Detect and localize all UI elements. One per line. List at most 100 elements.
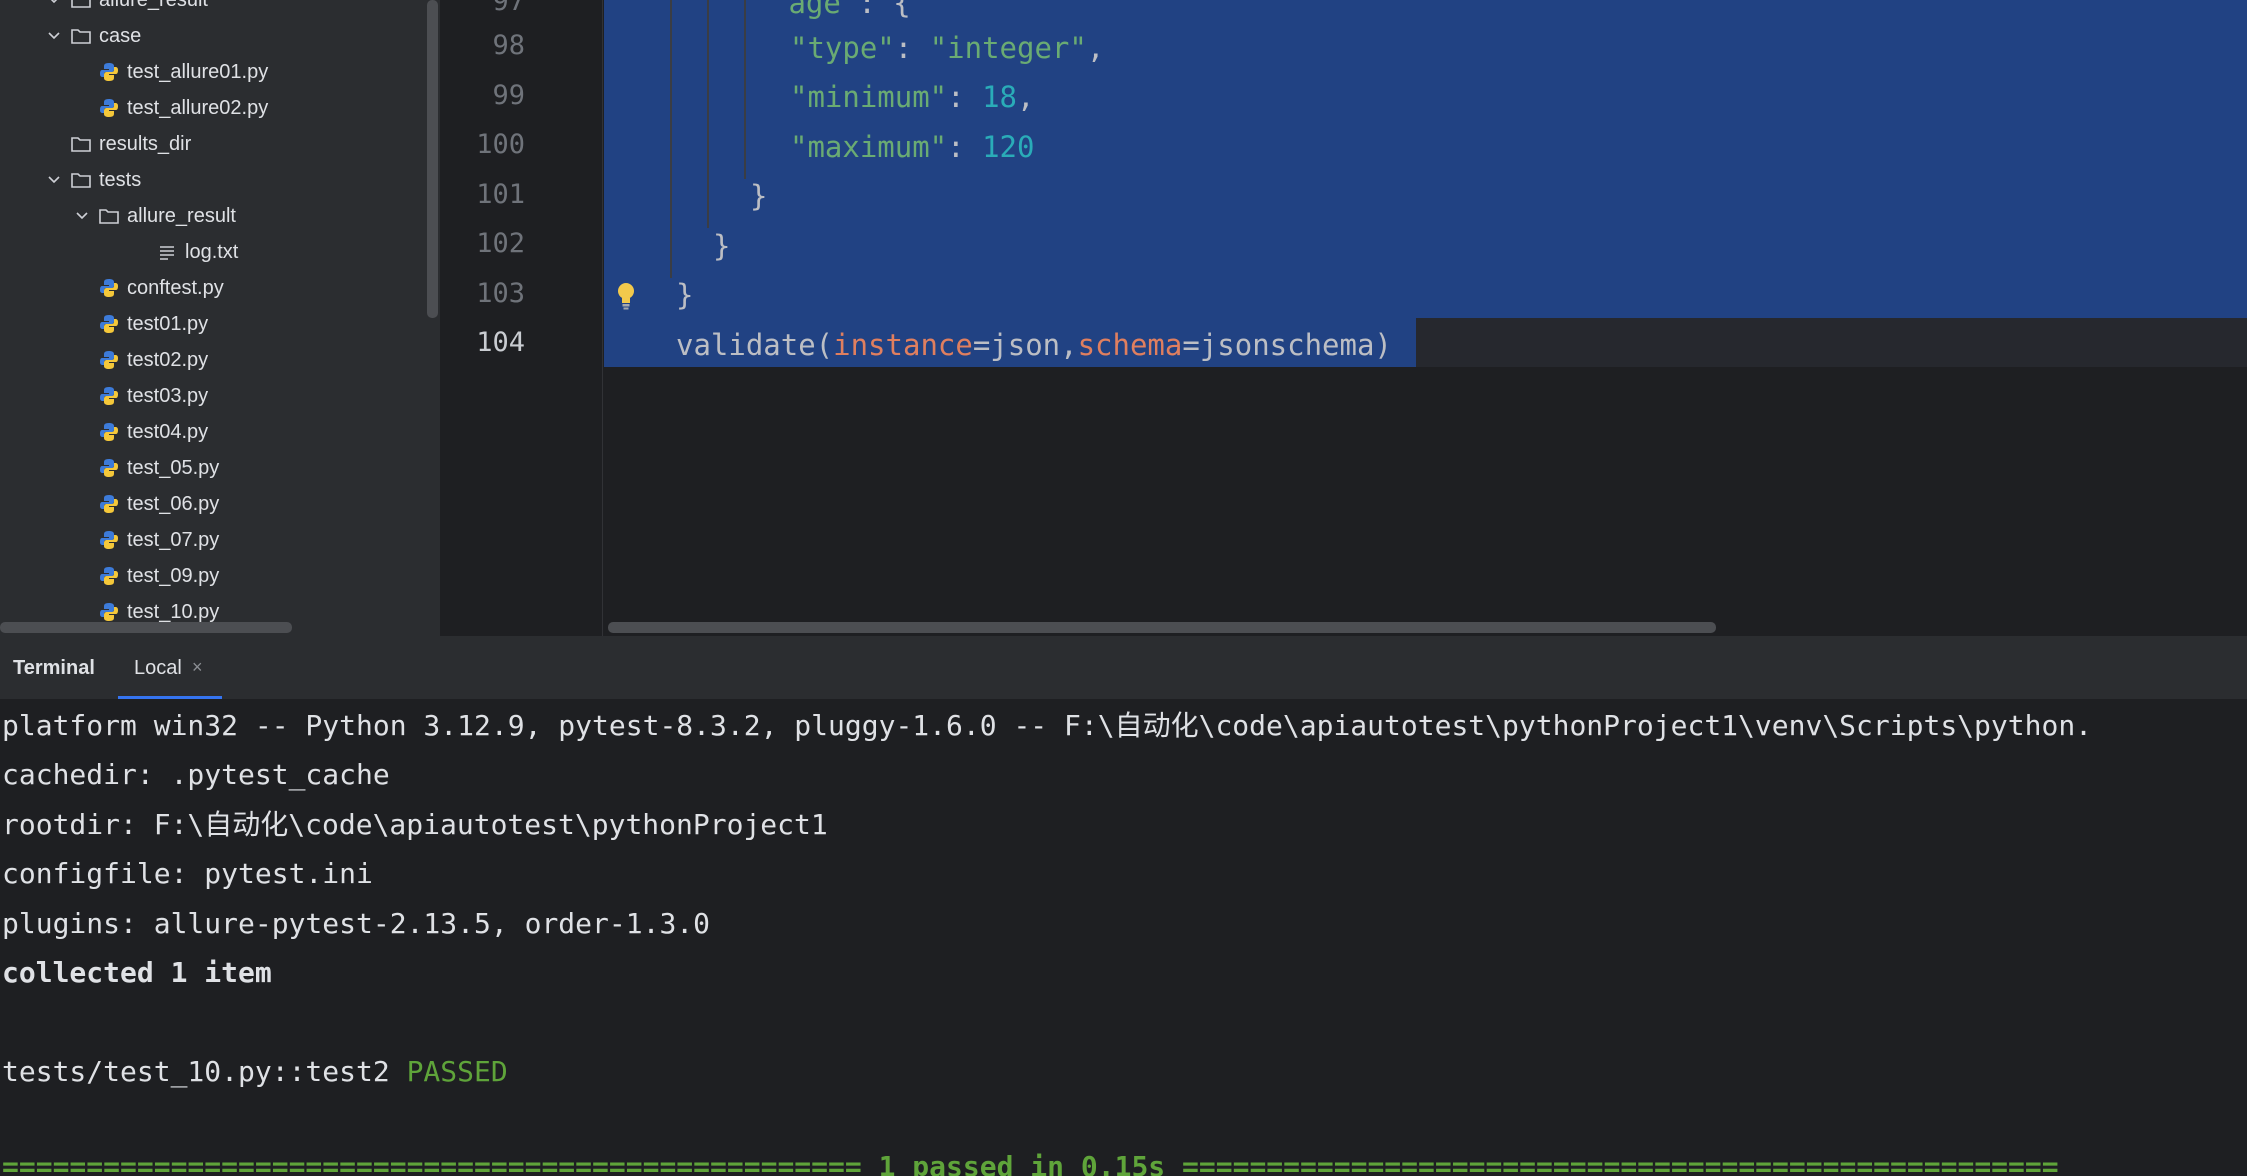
current-line-highlight xyxy=(1416,318,2247,367)
gutter-separator xyxy=(602,0,603,636)
editor-horizontal-scrollbar[interactable] xyxy=(608,622,1716,633)
tree-item[interactable]: test_allure02.py xyxy=(0,90,440,126)
python-file-icon xyxy=(98,601,120,623)
tree-item-label: allure_result xyxy=(99,0,208,12)
terminal-tab-local[interactable]: Local × xyxy=(118,639,222,699)
tree-item[interactable]: results_dir xyxy=(0,126,440,162)
json-key: "minimum" xyxy=(790,80,948,114)
tree-item[interactable]: test04.py xyxy=(0,414,440,450)
line-number: 97 xyxy=(492,0,525,17)
tree-item[interactable]: test_07.py xyxy=(0,522,440,558)
tree-item-label: tests xyxy=(99,168,142,191)
terminal-line: platform win32 -- Python 3.12.9, pytest-… xyxy=(2,709,2093,742)
chevron-down-icon[interactable] xyxy=(72,206,92,226)
tree-item[interactable]: allure_result xyxy=(0,0,440,18)
terminal-test-result-line: tests/test_10.py::test2 PASSED xyxy=(2,1052,508,1092)
tree-item-label: test_allure02.py xyxy=(127,96,269,119)
keyword-argument: schema xyxy=(1077,328,1183,362)
tree-item-label: results_dir xyxy=(99,132,192,155)
terminal-summary-line: ========================================… xyxy=(2,1150,2059,1176)
tree-item[interactable]: tests xyxy=(0,162,440,198)
punctuation: , xyxy=(1016,80,1035,114)
tree-item-label: log.txt xyxy=(185,240,239,263)
chevron-down-icon[interactable] xyxy=(44,0,64,10)
keyword-argument: instance xyxy=(833,328,973,362)
json-key: "type" xyxy=(790,31,895,65)
tree-item-label: test_05.py xyxy=(127,456,220,479)
tree-item-label: test_allure01.py xyxy=(127,60,269,83)
tree-horizontal-scrollbar[interactable] xyxy=(0,622,292,633)
tree-item[interactable]: test_allure01.py xyxy=(0,54,440,90)
punctuation: : xyxy=(947,80,983,114)
line-number: 99 xyxy=(492,80,525,111)
tree-item[interactable]: test_06.py xyxy=(0,486,440,522)
json-number-value: 120 xyxy=(982,130,1035,164)
python-file-icon xyxy=(98,349,120,371)
python-file-icon xyxy=(98,61,120,83)
test-path: tests/test_10.py::test2 xyxy=(2,1055,407,1088)
line-number: 100 xyxy=(476,129,525,160)
tree-item[interactable]: test02.py xyxy=(0,342,440,378)
tree-item[interactable]: case xyxy=(0,18,440,54)
python-file-icon xyxy=(98,313,120,335)
tree-item[interactable]: allure_result xyxy=(0,198,440,234)
lightbulb-icon[interactable] xyxy=(614,280,638,310)
terminal-line: rootdir: F:\自动化\code\apiautotest\pythonP… xyxy=(2,808,828,841)
tree-item-label: test03.py xyxy=(127,384,209,407)
indent-guide xyxy=(707,0,709,228)
tree-item-label: test_10.py xyxy=(127,600,220,623)
indent-guide xyxy=(670,0,672,278)
python-file-icon xyxy=(98,493,120,515)
tree-item[interactable]: conftest.py xyxy=(0,270,440,306)
terminal-output[interactable]: platform win32 -- Python 3.12.9, pytest-… xyxy=(0,699,2247,1176)
line-number: 101 xyxy=(476,179,525,210)
json-number-value: 18 xyxy=(982,80,1017,114)
tree-item[interactable]: test01.py xyxy=(0,306,440,342)
tree-item-label: conftest.py xyxy=(127,276,224,299)
code-line-104: validate(instance=json,schema=jsonschema… xyxy=(676,320,1392,370)
python-file-icon xyxy=(98,385,120,407)
tree-item-label: test_09.py xyxy=(127,564,220,587)
python-file-icon xyxy=(98,277,120,299)
tree-item-label: allure_result xyxy=(127,204,236,227)
function-call: validate( xyxy=(676,328,834,362)
tree-item[interactable]: test_05.py xyxy=(0,450,440,486)
tree-item-label: test_06.py xyxy=(127,492,220,515)
editor-gutter: 97 98 99 100 101 102 103 104 xyxy=(441,0,603,636)
tree-item[interactable]: test03.py xyxy=(0,378,440,414)
terminal-line: collected 1 item xyxy=(2,956,272,989)
code-line-102: } xyxy=(713,229,731,263)
code-line-99: "minimum": 18, xyxy=(790,72,1034,122)
chevron-down-icon[interactable] xyxy=(44,170,64,190)
terminal-line: configfile: pytest.ini xyxy=(2,857,373,890)
line-number-current: 104 xyxy=(476,327,525,358)
line-number: 102 xyxy=(476,228,525,259)
close-icon[interactable]: × xyxy=(192,657,203,678)
json-key: "age" xyxy=(771,0,859,20)
terminal-line: cachedir: .pytest_cache xyxy=(2,758,390,791)
line-number: 103 xyxy=(476,278,525,309)
terminal-header: Terminal Local × xyxy=(0,639,2247,699)
python-file-icon xyxy=(98,421,120,443)
tree-item-label: test01.py xyxy=(127,312,209,335)
python-file-icon xyxy=(98,457,120,479)
code-line-101: } xyxy=(750,179,768,213)
folder-icon xyxy=(70,0,92,11)
terminal-title: Terminal xyxy=(13,657,95,679)
tree-item[interactable]: test_09.py xyxy=(0,558,440,594)
code-line-98: "type": "integer", xyxy=(790,23,1104,73)
code-editor[interactable]: "age": { "type": "integer", "minimum": 1… xyxy=(604,0,2247,636)
tree-vertical-scrollbar[interactable] xyxy=(427,0,438,318)
punctuation: : { xyxy=(858,0,911,20)
punctuation: , xyxy=(1086,31,1105,65)
tree-item-label: case xyxy=(99,24,142,47)
python-file-icon xyxy=(98,565,120,587)
tree-item-label: test_07.py xyxy=(127,528,220,551)
argument-value: =jsonschema) xyxy=(1182,328,1392,362)
chevron-down-icon[interactable] xyxy=(44,26,64,46)
tree-item-label: test02.py xyxy=(127,348,209,371)
tree-item-label: test04.py xyxy=(127,420,209,443)
python-file-icon xyxy=(98,97,120,119)
tree-item[interactable]: log.txt xyxy=(0,234,440,270)
